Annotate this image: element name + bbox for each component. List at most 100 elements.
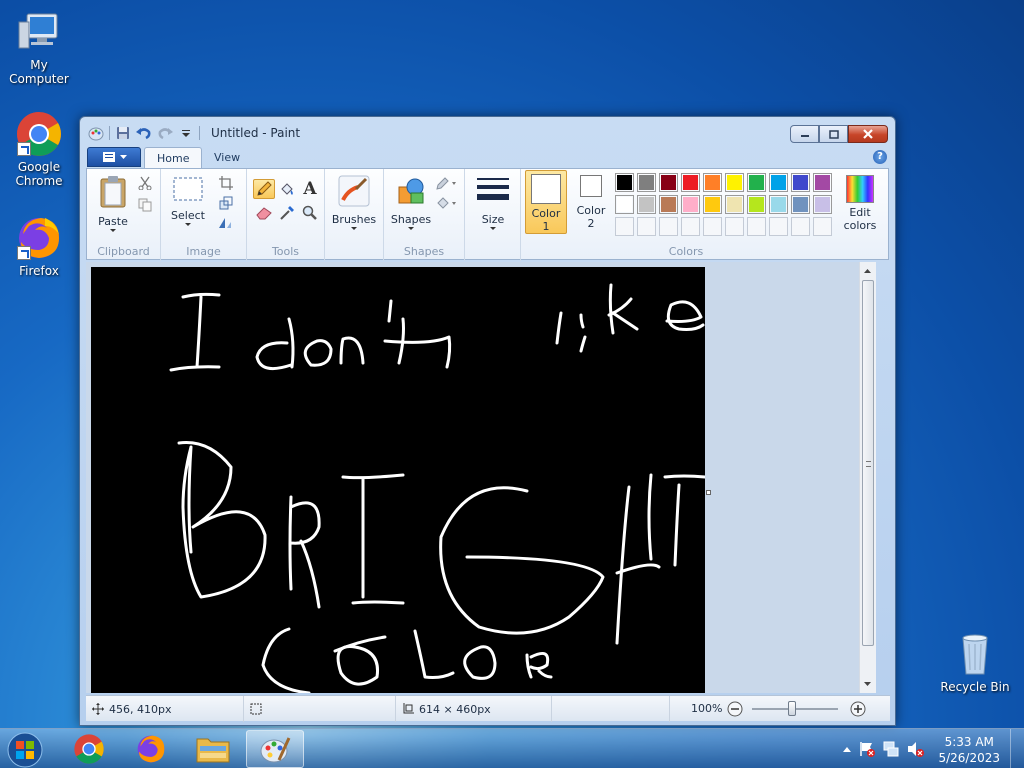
taskbar-firefox[interactable] [122, 730, 180, 768]
maximize-button[interactable] [819, 125, 848, 143]
shapes-label: Shapes [390, 213, 432, 226]
line-size-icon [477, 178, 509, 200]
palette-custom-slot[interactable] [747, 217, 766, 236]
paste-button[interactable]: Paste [95, 175, 131, 232]
palette-swatch[interactable] [681, 173, 700, 192]
copy-button[interactable] [134, 195, 156, 215]
palette-swatch[interactable] [637, 173, 656, 192]
canvas-resize-handle[interactable] [706, 490, 711, 495]
palette-swatch[interactable] [659, 195, 678, 214]
taskbar-chrome[interactable] [60, 730, 118, 768]
palette-swatch[interactable] [813, 173, 832, 192]
palette-swatch[interactable] [703, 195, 722, 214]
redo-icon[interactable] [157, 125, 173, 141]
taskbar-paint[interactable] [246, 730, 304, 768]
palette-custom-slot[interactable] [813, 217, 832, 236]
zoom-slider[interactable] [752, 701, 838, 716]
paint-menu-button[interactable] [87, 147, 141, 167]
tab-home[interactable]: Home [144, 147, 203, 169]
fill-tool-button[interactable] [276, 179, 298, 199]
outline-button[interactable] [434, 173, 460, 193]
zoom-slider-thumb[interactable] [788, 701, 796, 716]
desktop-icon-firefox[interactable]: Firefox [1, 214, 77, 278]
palette-custom-slot[interactable] [769, 217, 788, 236]
help-icon[interactable]: ? [873, 150, 887, 164]
select-button[interactable]: Select [169, 175, 207, 226]
swatch-fill [727, 175, 742, 190]
clock-time: 5:33 AM [944, 735, 994, 749]
scroll-down-icon[interactable] [860, 678, 875, 690]
palette-swatch[interactable] [791, 173, 810, 192]
palette-swatch[interactable] [769, 195, 788, 214]
palette-swatch[interactable] [813, 195, 832, 214]
edit-colors-button[interactable]: Edit colors [833, 175, 887, 232]
scroll-up-icon[interactable] [860, 265, 875, 277]
brushes-button[interactable]: Brushes [331, 175, 377, 230]
desktop-icon-my-computer[interactable]: My Computer [1, 8, 77, 86]
palette-swatch[interactable] [725, 173, 744, 192]
pencil-tool-button[interactable] [253, 179, 275, 199]
paint-app-icon[interactable] [88, 125, 104, 141]
action-center-flag-icon[interactable] [858, 740, 876, 758]
minimize-button[interactable] [790, 125, 819, 143]
quick-access-toolbar [88, 125, 200, 141]
network-icon[interactable] [882, 740, 900, 758]
tab-view[interactable]: View [202, 147, 252, 169]
size-button[interactable]: Size [471, 175, 515, 230]
color1-button[interactable]: Color 1 [525, 170, 567, 234]
outline-pencil-icon [436, 177, 456, 190]
taskbar-file-explorer[interactable] [184, 730, 242, 768]
eraser-tool-button[interactable] [253, 203, 275, 223]
palette-custom-slot[interactable] [615, 217, 634, 236]
palette-custom-slot[interactable] [725, 217, 744, 236]
text-tool-button[interactable]: A [299, 179, 321, 199]
palette-custom-slot[interactable] [791, 217, 810, 236]
chrome-icon [15, 110, 63, 158]
palette-swatch[interactable] [703, 173, 722, 192]
close-button[interactable] [848, 125, 888, 143]
magnifier-button[interactable] [299, 203, 321, 223]
zoom-in-icon[interactable] [850, 701, 866, 717]
undo-icon[interactable] [136, 125, 152, 141]
palette-custom-slot[interactable] [637, 217, 656, 236]
show-hidden-icons-icon[interactable] [842, 745, 852, 753]
fill-button[interactable] [434, 193, 460, 213]
color-picker-button[interactable] [276, 203, 298, 223]
palette-swatch[interactable] [747, 195, 766, 214]
zoom-out-icon[interactable] [727, 701, 743, 717]
save-icon[interactable] [115, 125, 131, 141]
palette-swatch[interactable] [725, 195, 744, 214]
palette-swatch[interactable] [615, 173, 634, 192]
palette-swatch[interactable] [615, 195, 634, 214]
cut-button[interactable] [134, 173, 156, 193]
start-button[interactable] [5, 731, 45, 768]
desktop-icon-google-chrome[interactable]: Google Chrome [1, 110, 77, 188]
vertical-scrollbar[interactable] [859, 262, 876, 693]
desktop-icon-recycle-bin[interactable]: Recycle Bin [937, 630, 1013, 694]
palette-swatch[interactable] [769, 173, 788, 192]
scrollbar-thumb[interactable] [862, 280, 874, 646]
paint-menu-icon [102, 152, 115, 162]
clock[interactable]: 5:33 AM 5/26/2023 [938, 734, 1000, 766]
swatch-fill [749, 175, 764, 190]
shapes-button[interactable]: Shapes [388, 175, 434, 230]
color2-button[interactable]: Color 2 [571, 175, 611, 230]
palette-swatch[interactable] [659, 173, 678, 192]
palette-swatch[interactable] [637, 195, 656, 214]
palette-custom-slot[interactable] [659, 217, 678, 236]
title-bar[interactable]: Untitled - Paint [80, 117, 895, 147]
color2-label: Color [576, 204, 606, 217]
resize-button[interactable] [215, 193, 237, 213]
rotate-button[interactable] [215, 213, 237, 233]
palette-swatch[interactable] [747, 173, 766, 192]
crop-button[interactable] [215, 173, 237, 193]
volume-muted-icon[interactable] [906, 740, 924, 758]
palette-swatch[interactable] [791, 195, 810, 214]
palette-swatch[interactable] [681, 195, 700, 214]
show-desktop-button[interactable] [1010, 729, 1024, 768]
drawing-canvas[interactable] [91, 267, 707, 693]
chevron-down-icon [408, 227, 414, 230]
palette-custom-slot[interactable] [703, 217, 722, 236]
palette-custom-slot[interactable] [681, 217, 700, 236]
customize-qat-icon[interactable] [178, 125, 194, 141]
